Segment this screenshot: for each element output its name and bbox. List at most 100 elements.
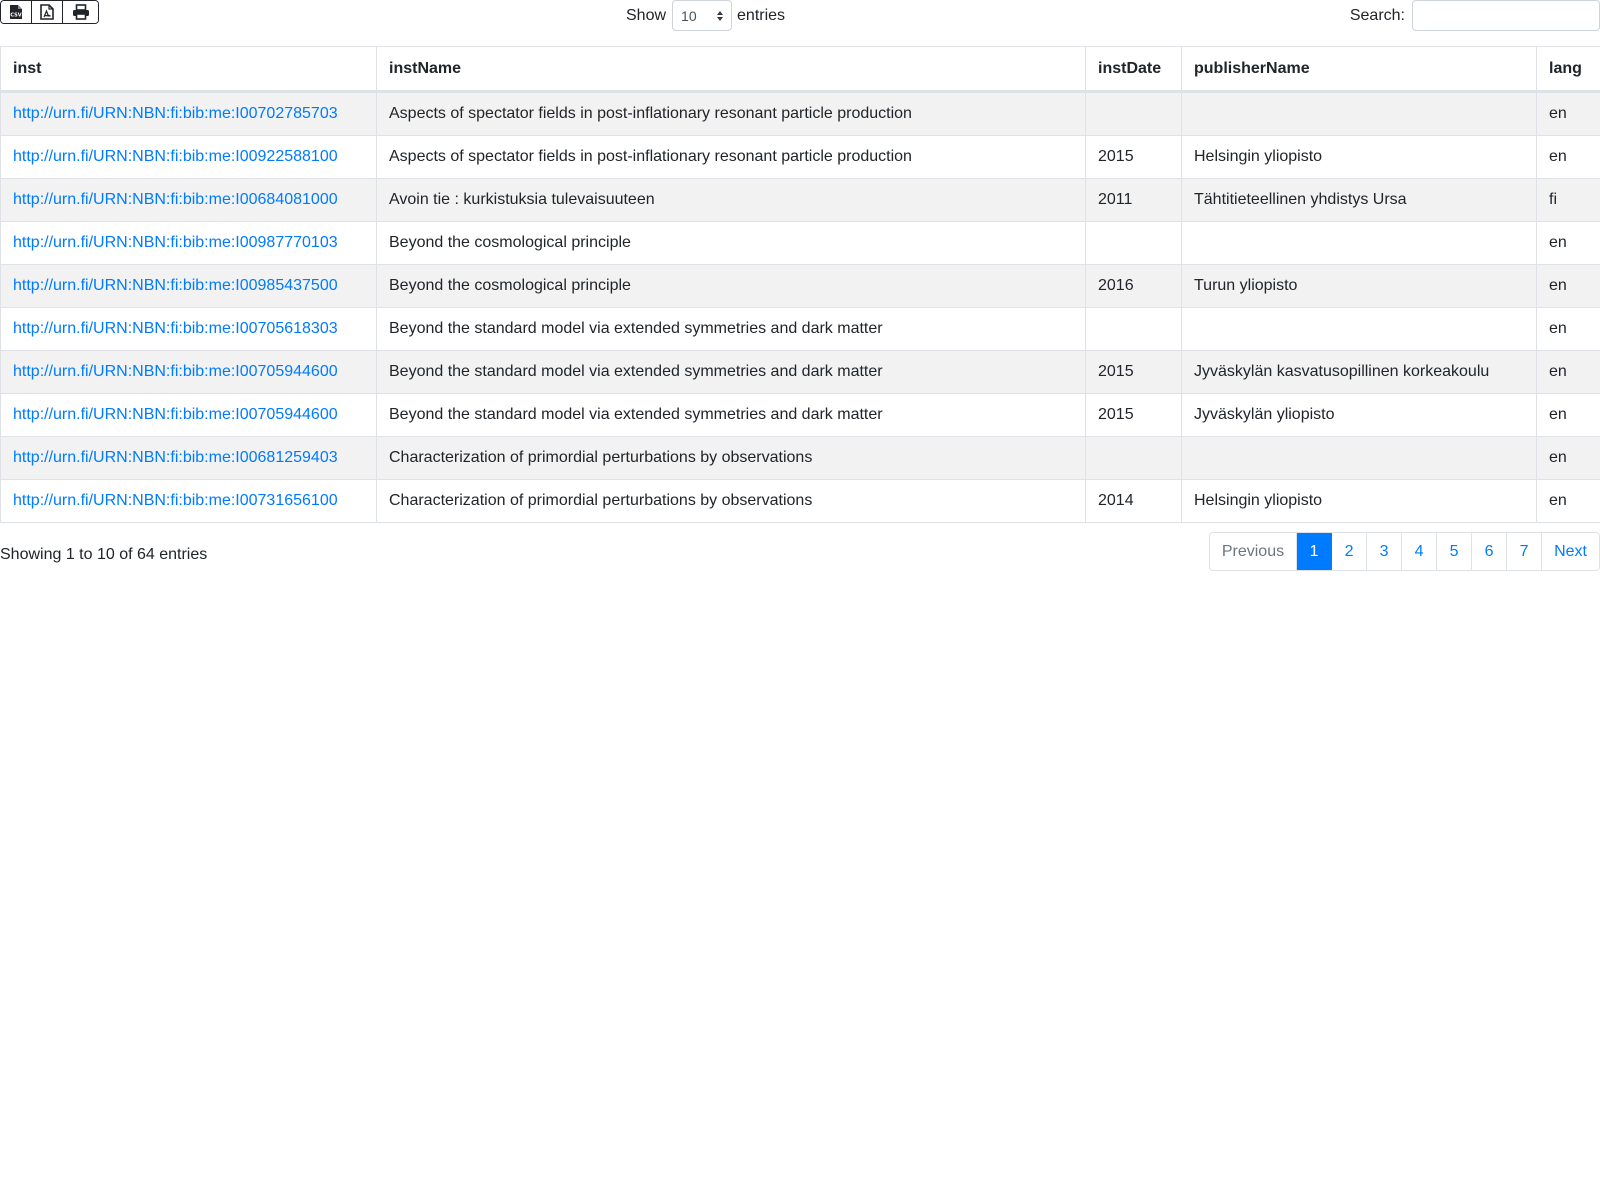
cell-publishername: Jyväskylän yliopisto (1181, 393, 1537, 437)
pagination-page-7[interactable]: 7 (1507, 533, 1543, 570)
table-row: http://urn.fi/URN:NBN:fi:bib:me:I0068125… (0, 436, 1600, 480)
cell-lang: fi (1536, 178, 1600, 222)
inst-link[interactable]: http://urn.fi/URN:NBN:fi:bib:me:I0070278… (13, 105, 338, 122)
csv-export-button[interactable]: CSV (1, 1, 32, 23)
table-footer: Showing 1 to 10 of 64 entries Previous 1… (0, 523, 1600, 583)
cell-inst: http://urn.fi/URN:NBN:fi:bib:me:I0070278… (0, 91, 377, 136)
cell-instdate: 2014 (1085, 479, 1182, 523)
table-row: http://urn.fi/URN:NBN:fi:bib:me:I0070594… (0, 350, 1600, 394)
cell-publishername (1181, 221, 1537, 265)
cell-instname: Beyond the standard model via extended s… (376, 393, 1086, 437)
print-icon (72, 4, 89, 20)
pagination-page-3[interactable]: 3 (1367, 533, 1403, 570)
cell-instname: Avoin tie : kurkistuksia tulevaisuuteen (376, 178, 1086, 222)
cell-inst: http://urn.fi/URN:NBN:fi:bib:me:I0068408… (0, 178, 377, 222)
export-button-group: CSV (0, 0, 99, 24)
cell-inst: http://urn.fi/URN:NBN:fi:bib:me:I0068125… (0, 436, 377, 480)
table-row: http://urn.fi/URN:NBN:fi:bib:me:I0070594… (0, 393, 1600, 437)
inst-link[interactable]: http://urn.fi/URN:NBN:fi:bib:me:I0073165… (13, 492, 338, 509)
page-length-value: 10 (681, 7, 697, 24)
search-control: Search: (1350, 0, 1600, 31)
cell-instdate: 2011 (1085, 178, 1182, 222)
cell-publishername: Helsingin yliopisto (1181, 135, 1537, 179)
cell-lang: en (1536, 264, 1600, 308)
table-header-row: inst instName instDate publisherName lan… (0, 46, 1600, 93)
pagination-page-5[interactable]: 5 (1437, 533, 1473, 570)
cell-inst: http://urn.fi/URN:NBN:fi:bib:me:I0073165… (0, 479, 377, 523)
cell-instname: Aspects of spectator fields in post-infl… (376, 91, 1086, 136)
cell-instname: Characterization of primordial perturbat… (376, 479, 1086, 523)
column-header-instdate[interactable]: instDate (1085, 46, 1182, 93)
inst-link[interactable]: http://urn.fi/URN:NBN:fi:bib:me:I0070594… (13, 406, 338, 423)
cell-instdate (1085, 91, 1182, 136)
column-header-lang[interactable]: lang (1536, 46, 1600, 93)
cell-lang: en (1536, 307, 1600, 351)
cell-instname: Aspects of spectator fields in post-infl… (376, 135, 1086, 179)
cell-publishername (1181, 307, 1537, 351)
cell-instdate: 2015 (1085, 350, 1182, 394)
select-arrows-icon (717, 10, 724, 21)
table-controls: CSV Show 10 entries Search: (0, 0, 1600, 46)
search-label: Search: (1349, 6, 1405, 24)
cell-instdate (1085, 221, 1182, 265)
file-pdf-icon (40, 4, 54, 20)
table-row: http://urn.fi/URN:NBN:fi:bib:me:I0098777… (0, 221, 1600, 265)
pagination-page-2[interactable]: 2 (1332, 533, 1368, 570)
print-button[interactable] (63, 1, 98, 23)
table-row: http://urn.fi/URN:NBN:fi:bib:me:I0070561… (0, 307, 1600, 351)
pdf-export-button[interactable] (32, 1, 63, 23)
table-row: http://urn.fi/URN:NBN:fi:bib:me:I0073165… (0, 479, 1600, 523)
cell-publishername: Jyväskylän kasvatusopillinen korkeakoulu (1181, 350, 1537, 394)
table-row: http://urn.fi/URN:NBN:fi:bib:me:I0098543… (0, 264, 1600, 308)
cell-inst: http://urn.fi/URN:NBN:fi:bib:me:I0098543… (0, 264, 377, 308)
cell-instname: Beyond the standard model via extended s… (376, 307, 1086, 351)
cell-lang: en (1536, 436, 1600, 480)
inst-link[interactable]: http://urn.fi/URN:NBN:fi:bib:me:I0068408… (13, 191, 338, 208)
cell-lang: en (1536, 393, 1600, 437)
inst-link[interactable]: http://urn.fi/URN:NBN:fi:bib:me:I0070594… (13, 363, 338, 380)
show-label: Show (626, 6, 667, 24)
pagination-next[interactable]: Next (1542, 533, 1599, 570)
cell-lang: en (1536, 91, 1600, 136)
cell-inst: http://urn.fi/URN:NBN:fi:bib:me:I0098777… (0, 221, 377, 265)
cell-publishername: Tähtitieteellinen yhdistys Ursa (1181, 178, 1537, 222)
page-length-select[interactable]: 10 (672, 0, 733, 31)
inst-link[interactable]: http://urn.fi/URN:NBN:fi:bib:me:I0098543… (13, 277, 338, 294)
svg-text:CSV: CSV (10, 13, 21, 19)
cell-instname: Beyond the standard model via extended s… (376, 350, 1086, 394)
cell-instname: Beyond the cosmological principle (376, 264, 1086, 308)
table-row: http://urn.fi/URN:NBN:fi:bib:me:I0092258… (0, 135, 1600, 179)
inst-link[interactable]: http://urn.fi/URN:NBN:fi:bib:me:I0068125… (13, 449, 338, 466)
cell-publishername (1181, 91, 1537, 136)
inst-link[interactable]: http://urn.fi/URN:NBN:fi:bib:me:I0070561… (13, 320, 338, 337)
page-length-control: Show 10 entries (626, 0, 785, 31)
pagination: Previous 1 2 3 4 5 6 7 Next (1208, 532, 1600, 571)
pagination-page-6[interactable]: 6 (1472, 533, 1508, 570)
cell-publishername: Turun yliopisto (1181, 264, 1537, 308)
pagination-page-4[interactable]: 4 (1402, 533, 1438, 570)
table-row: http://urn.fi/URN:NBN:fi:bib:me:I0068408… (0, 178, 1600, 222)
column-header-publishername[interactable]: publisherName (1181, 46, 1537, 93)
cell-inst: http://urn.fi/URN:NBN:fi:bib:me:I0092258… (0, 135, 377, 179)
table-info: Showing 1 to 10 of 64 entries (0, 546, 208, 563)
cell-lang: en (1536, 479, 1600, 523)
cell-inst: http://urn.fi/URN:NBN:fi:bib:me:I0070594… (0, 350, 377, 394)
pagination-page-1[interactable]: 1 (1297, 533, 1333, 570)
cell-lang: en (1536, 221, 1600, 265)
inst-link[interactable]: http://urn.fi/URN:NBN:fi:bib:me:I0092258… (13, 148, 338, 165)
data-table: inst instName instDate publisherName lan… (0, 46, 1600, 523)
column-header-inst[interactable]: inst (0, 46, 377, 93)
inst-link[interactable]: http://urn.fi/URN:NBN:fi:bib:me:I0098777… (13, 234, 338, 251)
search-input[interactable] (1412, 0, 1600, 31)
cell-lang: en (1536, 350, 1600, 394)
cell-inst: http://urn.fi/URN:NBN:fi:bib:me:I0070594… (0, 393, 377, 437)
column-header-instname[interactable]: instName (376, 46, 1086, 93)
cell-instdate: 2016 (1085, 264, 1182, 308)
cell-instdate: 2015 (1085, 135, 1182, 179)
entries-label: entries (737, 6, 786, 24)
cell-instdate (1085, 436, 1182, 480)
pagination-previous[interactable]: Previous (1209, 533, 1298, 570)
cell-publishername (1181, 436, 1537, 480)
cell-lang: en (1536, 135, 1600, 179)
table-row: http://urn.fi/URN:NBN:fi:bib:me:I0070278… (0, 91, 1600, 136)
